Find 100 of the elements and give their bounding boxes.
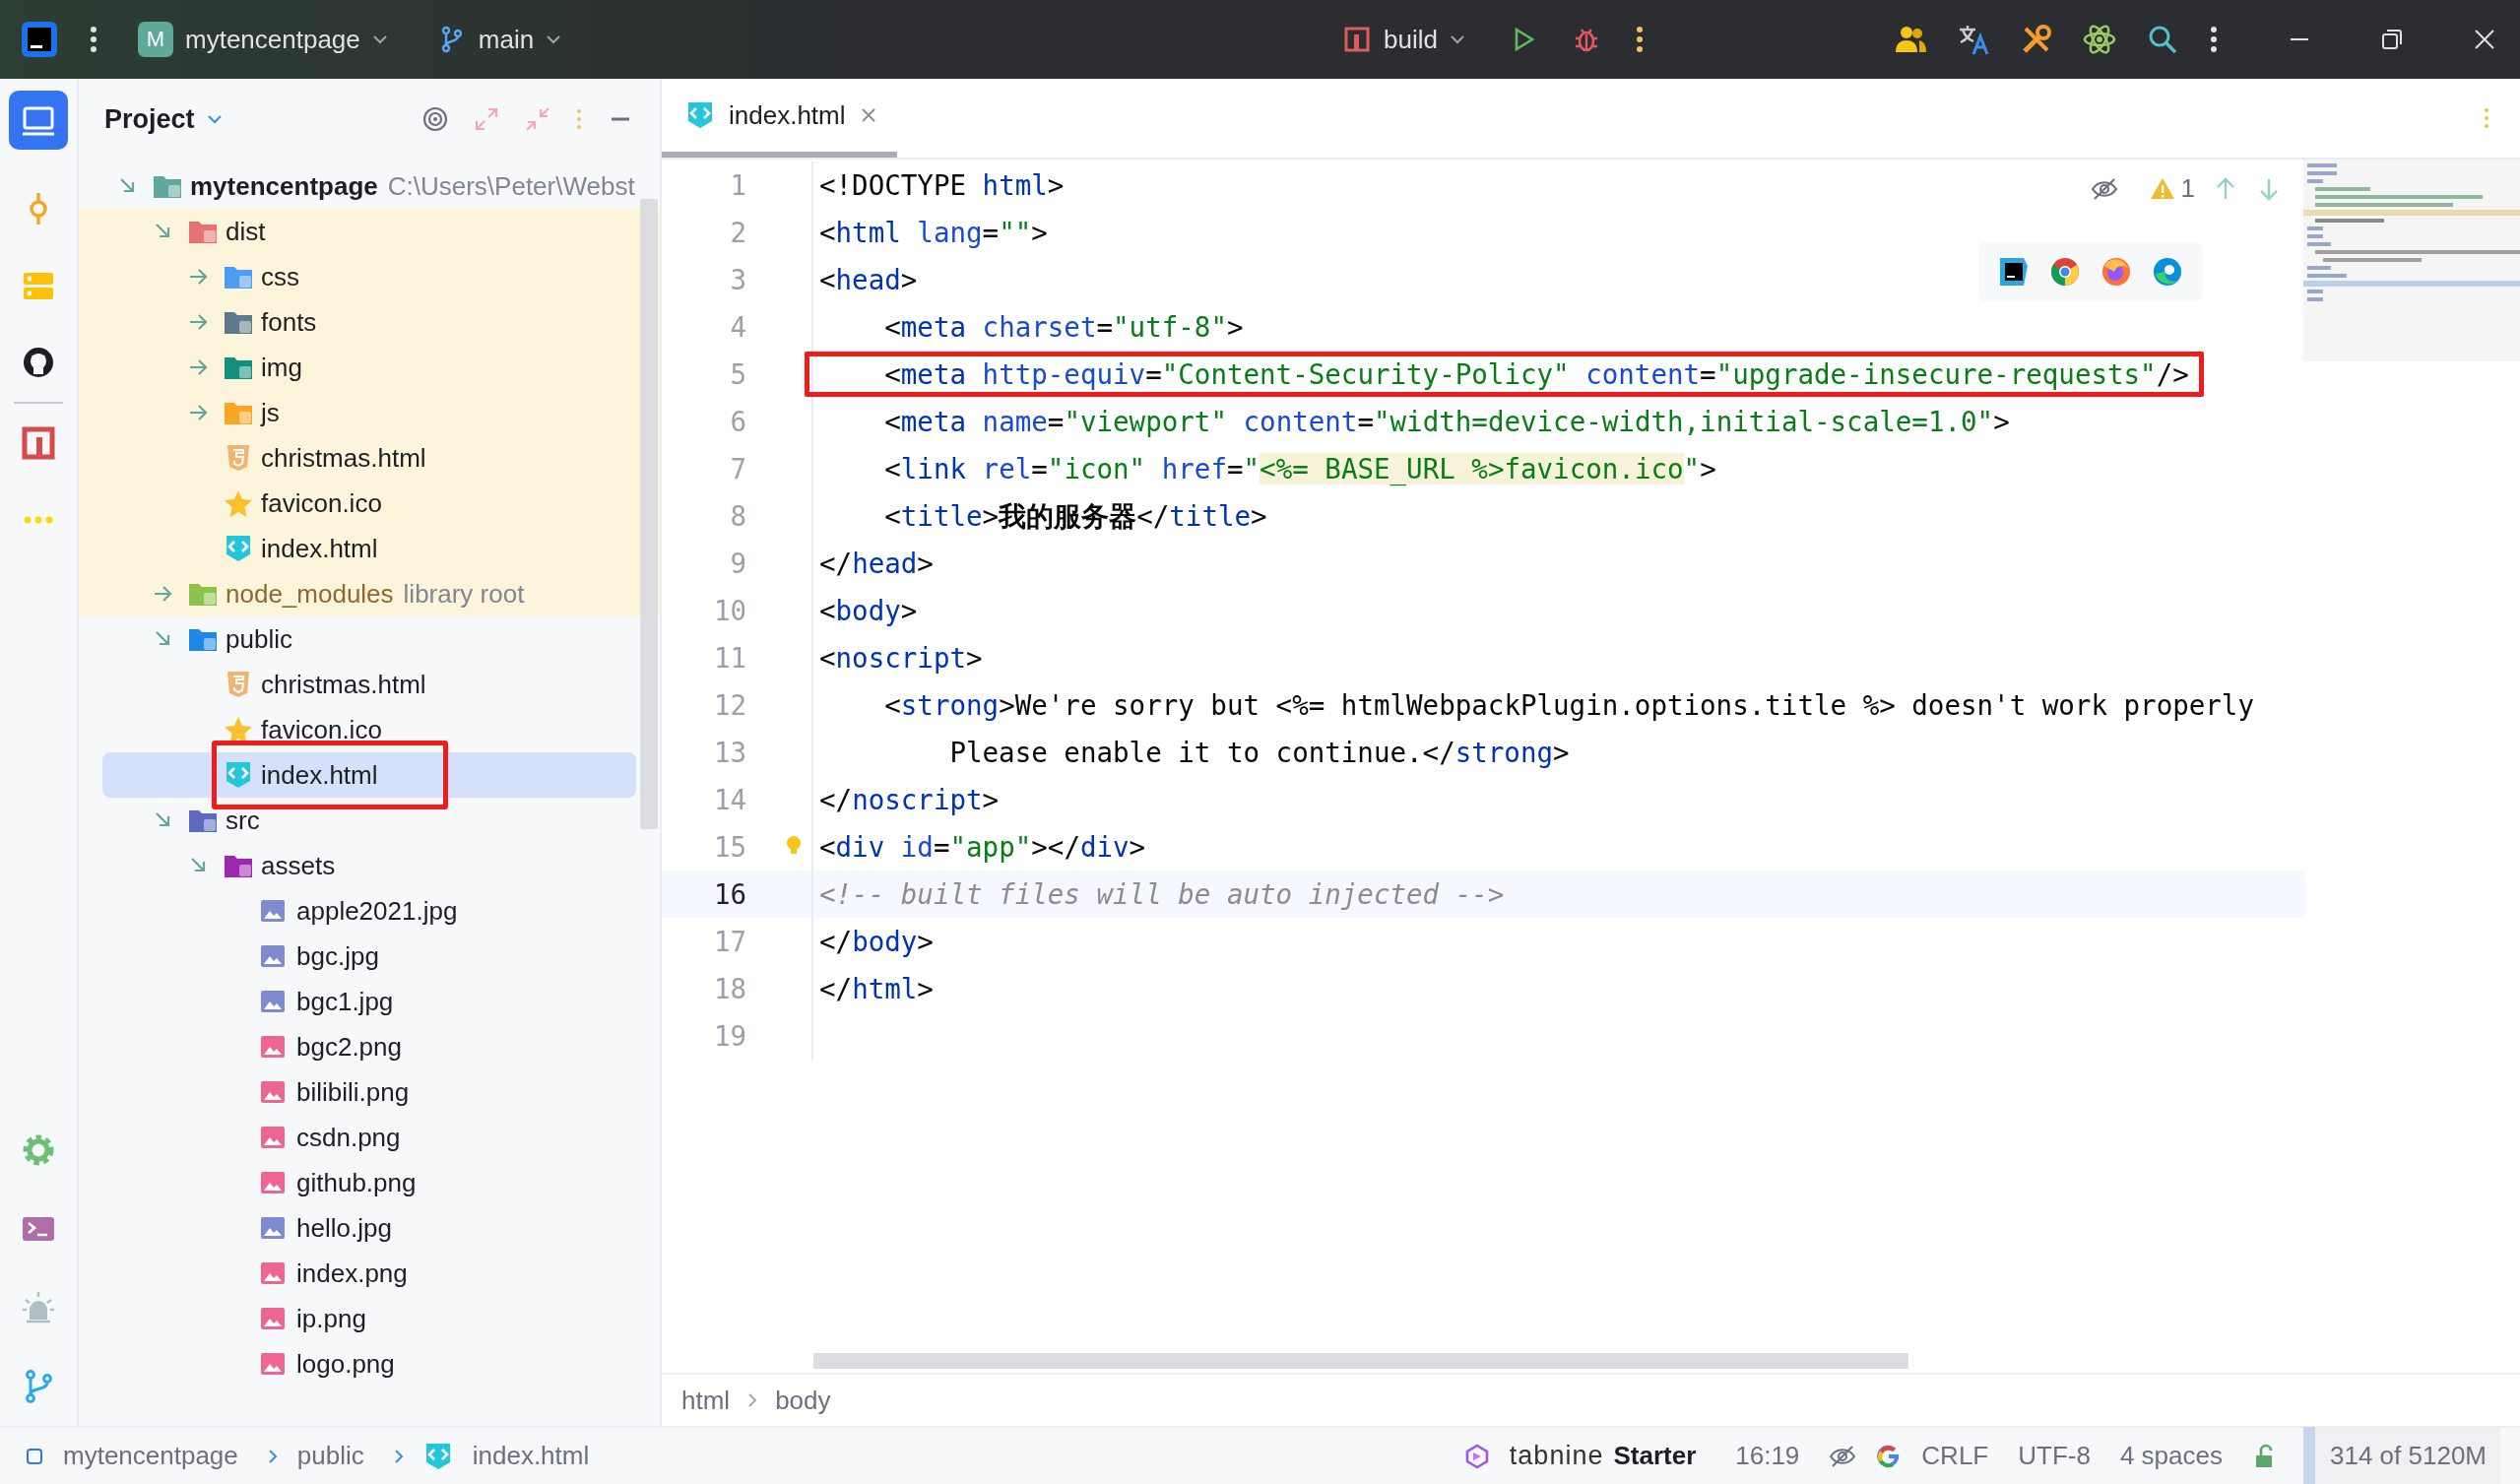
line-number: 5 [729,358,746,390]
line-number: 13 [712,737,746,768]
code-line: <!-- built files will be auto injected --> [818,877,1506,912]
tree-item[interactable]: bgc2.png [102,1024,660,1069]
code-line: Please enable it to continue.</strong> [948,736,1571,770]
tree-item[interactable]: index.html [102,752,636,798]
chrome-icon[interactable] [2049,256,2081,288]
line-number: 16 [712,878,746,910]
line-number: 17 [712,926,746,957]
webpage-file-icon [685,101,715,129]
line-number: 1 [729,169,746,201]
plugin-name[interactable]: tabnine [1509,1441,1604,1471]
code-line: <title>我的服务器</title> [883,499,1268,534]
code-line: <div id="app"></div> [818,830,1147,865]
tree-item[interactable]: ip.png [102,1296,660,1341]
code-line: <!DOCTYPE html> [818,168,1066,203]
breadcrumb-item[interactable]: html [681,1385,731,1416]
line-number: 10 [712,595,746,626]
code-line: </head> [818,547,935,581]
star-icon [224,489,253,517]
line-number: 2 [729,217,746,248]
run-config-selector[interactable]: build [1332,18,1476,61]
tree-item[interactable]: public [102,616,660,662]
editor-tab[interactable]: index.html [662,79,897,158]
tree-item[interactable]: mytencentpage C:\Users\Peter\Webst [102,163,660,209]
breadcrumb-item[interactable]: body [775,1385,831,1416]
file-encoding[interactable]: UTF-8 [2018,1441,2091,1471]
code-line: <link rel="icon" href="<%= BASE_URL %>favicon.ico"> [883,452,1717,487]
line-number: 15 [712,831,746,863]
code-line: </body> [818,925,935,959]
tree-item[interactable]: favicon.ico [102,707,660,752]
tree-item[interactable]: assets [102,843,660,888]
code-line: </html> [818,972,935,1006]
settings-icon[interactable] [21,1132,56,1168]
line-number: 19 [712,1020,746,1052]
code-line: </noscript> [818,783,1001,817]
main-menu-icon[interactable] [89,25,98,54]
webpage-file-icon [224,761,253,789]
tree-item[interactable]: apple2021.jpg [102,888,660,934]
expand-icon[interactable] [473,105,500,133]
line-number: 4 [729,311,746,343]
warning-count[interactable]: 1 [2149,173,2195,204]
tree-item[interactable]: logo.png [102,1341,660,1387]
chevron-down-icon [371,34,388,44]
line-number: 14 [712,784,746,815]
caret-position[interactable]: 16:19 [1735,1441,1800,1471]
scrollbar[interactable] [813,1353,1908,1369]
square-app-icon[interactable] [21,425,56,461]
path-segment[interactable]: index.html [472,1441,590,1471]
tree-item[interactable]: christmas.html [102,662,660,707]
code-line: <meta charset="utf-8"> [883,310,1245,345]
line-number: 18 [712,973,746,1004]
webstorm-icon[interactable] [1998,256,2030,288]
tree-item[interactable]: bgc1.jpg [102,979,660,1024]
line-number: 8 [729,500,746,532]
star-icon [224,716,253,743]
code-line: <html lang=""> [818,216,1049,250]
indent-setting[interactable]: 4 spaces [2119,1441,2223,1471]
alarm-icon[interactable] [21,1290,56,1325]
path-segment[interactable]: mytencentpage [63,1441,238,1471]
translate-icon[interactable] [1957,23,1990,56]
memory-indicator[interactable]: 314 of 5120M [2303,1427,2500,1484]
plan-label[interactable]: Starter [1613,1441,1697,1471]
edge-icon[interactable] [2152,256,2183,288]
code-line: <meta name="viewport" content="width=device-width,initial-scale=1.0"> [883,405,2011,439]
panel-title-dropdown[interactable]: Project [104,103,223,135]
scrollbar[interactable] [640,199,658,829]
tree-item[interactable]: bilibili.png [102,1069,660,1115]
hexagon-logo-icon [1463,1443,1490,1469]
tree-item[interactable]: src [102,798,660,843]
tree-item[interactable]: github.png [102,1160,660,1205]
firefox-icon[interactable] [2100,256,2132,288]
chevron-right-icon [747,1392,758,1408]
code-line: <body> [818,594,919,628]
restore-icon[interactable] [2380,28,2404,51]
more-icon[interactable] [2209,25,2219,54]
line-number: 6 [729,406,746,437]
project-tool-icon[interactable] [9,91,68,150]
locate-icon[interactable] [421,105,449,133]
tree-item[interactable]: csdn.png [102,1115,660,1160]
tree-item[interactable]: bgc.jpg [102,934,660,979]
atom-icon[interactable] [2083,23,2116,56]
workspace-switcher[interactable]: M mytencentpage [128,16,398,63]
code-line: <strong>We're sorry but <%= htmlWebpackPlugin.options.title %> doesn't work properly [883,688,2255,723]
line-separator[interactable]: CRLF [1921,1441,1989,1471]
line-number: 12 [712,689,746,721]
collapse-icon[interactable] [524,105,551,133]
chevron-right-icon [267,1448,278,1464]
close-icon[interactable] [2473,28,2496,51]
tree-item[interactable]: index.png [102,1251,660,1296]
path-segment[interactable]: public [296,1441,364,1471]
chevron-down-icon [1450,34,1466,44]
branch-selector[interactable]: main [426,18,572,61]
tree-item[interactable]: hello.jpg [102,1205,660,1251]
line-number: 3 [729,264,746,295]
github-icon[interactable] [21,345,56,380]
app-logo-icon[interactable] [20,20,59,59]
line-number: 9 [729,548,746,579]
chevron-down-icon [206,114,223,124]
more-icon[interactable] [1635,25,1646,54]
